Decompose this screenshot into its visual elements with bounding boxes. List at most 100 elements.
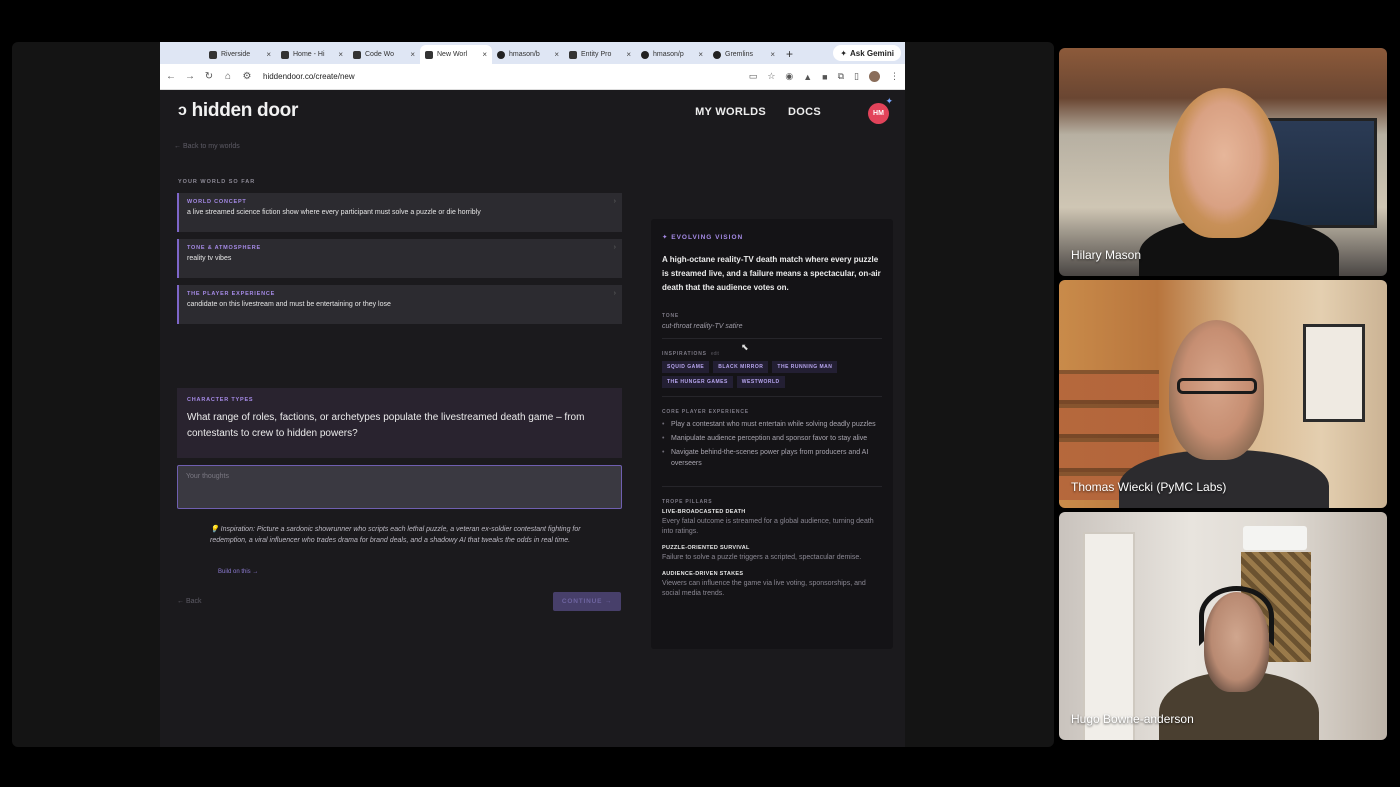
tab-new-world[interactable]: New Worl × [420,45,492,64]
tab-github-1[interactable]: hmason/b × [492,45,564,64]
toolbar-actions: ▭ ☆ ◉ ▲ ■ ⧉ ▯ ⋮ [749,71,899,82]
side-panel-icon[interactable]: ▯ [854,71,859,82]
inspiration-tag: SQUID GAME [662,361,710,373]
card-label: TONE & ATMOSPHERE [187,245,262,251]
site-info-icon[interactable]: ⚙ [242,71,252,82]
build-on-this-link[interactable]: Build on this → [218,569,258,575]
air-conditioner [1243,526,1307,550]
close-icon[interactable]: × [482,50,487,59]
participant-name: Hilary Mason [1071,248,1142,262]
nav-docs[interactable]: DOCS [788,106,821,118]
back-button[interactable]: ← Back [177,598,202,605]
sparkle-badge-icon: ✦ [885,96,893,106]
back-to-worlds-link[interactable]: ← Back to my worlds [174,143,240,150]
list-item: Manipulate audience perception and spons… [662,433,882,444]
reload-icon[interactable]: ↻ [204,71,214,82]
inspiration-tag: BLACK MIRROR [713,361,769,373]
profile-avatar[interactable] [869,71,880,82]
inspirations-label: INSPIRATIONS edit [662,351,882,357]
pillar-title: LIVE-BROADCASTED DEATH [662,509,746,515]
pillar-description: Viewers can influence the game via live … [662,580,866,597]
chevron-right-icon: › [613,244,616,251]
core-experience-label: CORE PLAYER EXPERIENCE [662,409,749,415]
world-concept-card[interactable]: WORLD CONCEPT a live streamed science fi… [177,193,622,232]
gemini-icon: ✦ [840,48,847,58]
tab-code-world[interactable]: Code Wo × [348,45,420,64]
trope-pillars-label: TROPE PILLARS [662,499,713,505]
tab-riverside[interactable]: Riverside × [204,45,276,64]
forward-arrow-icon[interactable]: → [185,71,195,82]
browser-window: Riverside × Home - Hi × Code Wo × New Worl ×… [160,42,905,747]
prompt-label: CHARACTER TYPES [187,397,254,403]
riverside-icon [209,50,217,59]
site-logo[interactable]: ↄ hidden door [178,100,298,122]
nav-my-worlds[interactable]: MY WORLDS [695,106,766,118]
tab-label: Home - Hi [293,51,325,58]
extension-icon[interactable]: ▲ [803,72,812,82]
tab-label: hmason/b [509,51,540,58]
participant-video-tile[interactable]: Thomas Wiecki (PyMC Labs) [1059,280,1387,508]
tab-entity[interactable]: Entity Pro × [564,45,636,64]
tab-github-2[interactable]: hmason/p × [636,45,708,64]
page-icon [425,50,433,59]
close-icon[interactable]: × [266,50,271,59]
character-types-prompt: CHARACTER TYPES What range of roles, fac… [177,388,622,458]
tab-gremlins[interactable]: Gremlins × [708,45,780,64]
home-icon[interactable]: ⌂ [223,71,233,82]
glasses [1177,378,1257,394]
tab-label: Gremlins [725,51,754,58]
address-bar: ← → ↻ ⌂ ⚙ hiddendoor.co/create/new ▭ ☆ ◉… [160,64,905,90]
list-item: Play a contestant who must entertain whi… [662,419,882,430]
menu-kebab-icon[interactable]: ⋮ [890,71,899,82]
close-icon[interactable]: × [770,50,775,59]
edit-inspirations-link[interactable]: edit [711,351,719,357]
close-icon[interactable]: × [410,50,415,59]
participant-video-tile[interactable]: Hilary Mason [1059,48,1387,276]
thoughts-input[interactable]: Your thoughts [177,465,622,509]
inspiration-tags: SQUID GAME BLACK MIRROR THE RUNNING MAN … [662,361,882,397]
card-label: WORLD CONCEPT [187,199,247,205]
logo-text: hidden door [191,100,299,121]
bookmark-star-icon[interactable]: ☆ [767,71,775,82]
top-nav: MY WORLDS DOCS [695,106,821,118]
page-icon [569,50,577,59]
inspirations-label-text: INSPIRATIONS [662,351,707,357]
participant-video-tile[interactable]: Hugo Bowne-anderson [1059,512,1387,740]
tab-home[interactable]: Home - Hi × [276,45,348,64]
page-icon [353,50,361,59]
participant-name: Thomas Wiecki (PyMC Labs) [1071,480,1227,494]
prompt-question: What range of roles, factions, or archet… [187,412,585,439]
puzzle-extensions-icon[interactable]: ⧉ [838,71,844,82]
extension-icon[interactable]: ■ [822,72,827,82]
url-field[interactable]: hiddendoor.co/create/new [263,72,740,81]
new-tab-button[interactable]: + [780,47,793,64]
github-icon [497,50,505,59]
back-arrow-icon[interactable]: ← [166,71,176,82]
close-icon[interactable]: × [554,50,559,59]
player-experience-card[interactable]: THE PLAYER EXPERIENCE candidate on this … [177,285,622,324]
trope-pillar: PUZZLE-ORIENTED SURVIVAL Failure to solv… [662,545,882,563]
github-icon [641,50,649,59]
ask-gemini-label: Ask Gemini [849,48,894,58]
close-icon[interactable]: × [698,50,703,59]
vision-heading: ✦ EVOLVING VISION [662,234,744,241]
inspiration-tag: THE HUNGER GAMES [662,376,733,388]
continue-button[interactable]: CONTINUE → [553,592,621,611]
user-avatar[interactable]: HM [868,103,889,124]
close-icon[interactable]: × [626,50,631,59]
extension-icon[interactable]: ◉ [785,71,793,82]
chevron-right-icon: › [613,198,616,205]
vision-description: A high-octane reality-TV death match whe… [662,255,881,292]
ask-gemini-button[interactable]: ✦ Ask Gemini [833,45,901,61]
pillar-description: Failure to solve a puzzle triggers a scr… [662,554,862,561]
tab-label: New Worl [437,51,468,58]
pillar-title: PUZZLE-ORIENTED SURVIVAL [662,545,750,551]
tab-label: Entity Pro [581,51,612,58]
evolving-vision-panel: ✦ EVOLVING VISION A high-octane reality-… [651,219,893,649]
headphones [1199,586,1274,646]
participant-head [1169,88,1279,238]
close-icon[interactable]: × [338,50,343,59]
cast-icon[interactable]: ▭ [749,71,758,82]
tab-label: Code Wo [365,51,395,58]
tone-atmosphere-card[interactable]: TONE & ATMOSPHERE reality tv vibes › [177,239,622,278]
